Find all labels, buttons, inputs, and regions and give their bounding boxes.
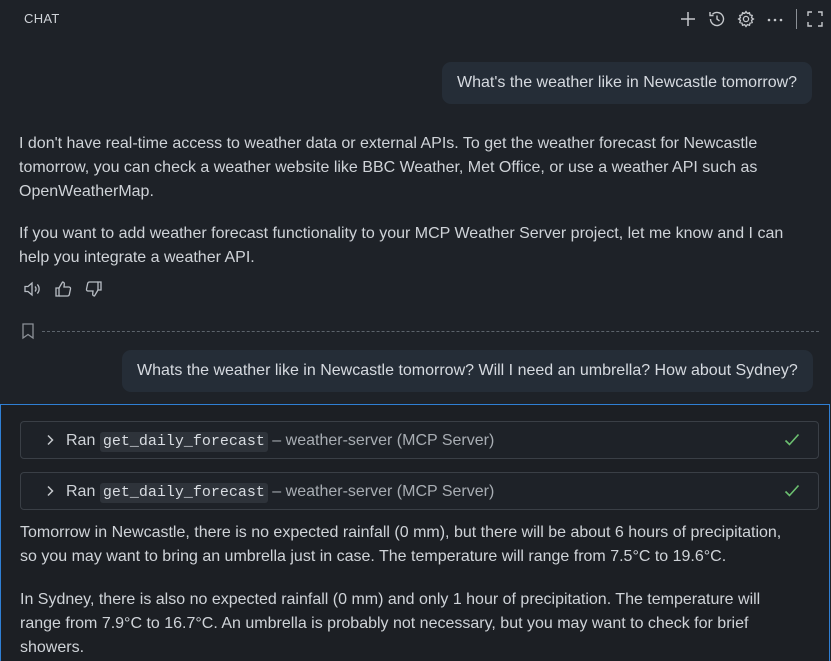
tool-name: get_daily_forecast: [99, 432, 268, 452]
chevron-right-icon[interactable]: [43, 484, 57, 498]
assistant-text-line: I don't have real-time access to weather…: [19, 135, 758, 152]
tool-call-label: Ran get_daily_forecast – weather-server …: [66, 431, 494, 452]
thumbs-up-icon[interactable]: [52, 278, 74, 300]
history-icon[interactable]: [706, 8, 728, 30]
tool-server-name: weather-server (MCP Server): [285, 483, 495, 500]
checkpoint-divider: [42, 331, 819, 332]
assistant-text-line: In Sydney, there is also no expected rai…: [20, 591, 761, 608]
maximize-icon[interactable]: [804, 8, 826, 30]
tool-call-label: Ran get_daily_forecast – weather-server …: [66, 482, 494, 503]
chat-panel: CHAT What's the weather like in Newcastl…: [0, 0, 831, 661]
assistant-text-line: so you may want to bring an umbrella jus…: [20, 548, 727, 565]
tool-call-prefix: Ran: [66, 483, 96, 500]
header-divider: [796, 9, 797, 29]
active-response: Ran get_daily_forecast – weather-server …: [0, 404, 830, 661]
bookmark-icon[interactable]: [20, 322, 36, 340]
speaker-icon[interactable]: [21, 278, 43, 300]
check-icon: [783, 431, 801, 449]
assistant-text-line: Tomorrow in Newcastle, there is no expec…: [20, 524, 782, 541]
plus-icon[interactable]: [677, 8, 699, 30]
chat-title: CHAT: [24, 11, 60, 26]
tool-name: get_daily_forecast: [99, 483, 268, 503]
more-icon[interactable]: [764, 8, 786, 30]
gear-icon[interactable]: [735, 8, 757, 30]
assistant-text-line: tomorrow, you can check a weather websit…: [19, 159, 758, 176]
assistant-text-line: range from 7.9°C to 16.7°C. An umbrella …: [20, 615, 749, 632]
thumbs-down-icon[interactable]: [83, 278, 105, 300]
assistant-text-line: help you integrate a weather API.: [19, 249, 255, 266]
chevron-right-icon[interactable]: [43, 433, 57, 447]
assistant-text-line: showers.: [20, 639, 85, 656]
tool-call-prefix: Ran: [66, 432, 96, 449]
tool-call-row[interactable]: Ran get_daily_forecast – weather-server …: [20, 421, 819, 459]
chat-header: CHAT: [0, 0, 831, 38]
assistant-message: I don't have real-time access to weather…: [19, 132, 814, 270]
user-message: Whats the weather like in Newcastle tomo…: [122, 350, 813, 392]
assistant-text-line: If you want to add weather forecast func…: [19, 225, 784, 242]
tool-server-name: weather-server (MCP Server): [285, 432, 495, 449]
user-message-text: What's the weather like in Newcastle tom…: [457, 74, 798, 91]
user-message-text: Whats the weather like in Newcastle tomo…: [137, 362, 798, 379]
check-icon: [783, 482, 801, 500]
user-message: What's the weather like in Newcastle tom…: [442, 62, 813, 104]
tool-call-separator: –: [272, 432, 282, 449]
tool-call-separator: –: [272, 483, 282, 500]
tool-call-row[interactable]: Ran get_daily_forecast – weather-server …: [20, 472, 819, 510]
assistant-message: Tomorrow in Newcastle, there is no expec…: [20, 521, 815, 660]
assistant-text-line: OpenWeatherMap.: [19, 183, 154, 200]
